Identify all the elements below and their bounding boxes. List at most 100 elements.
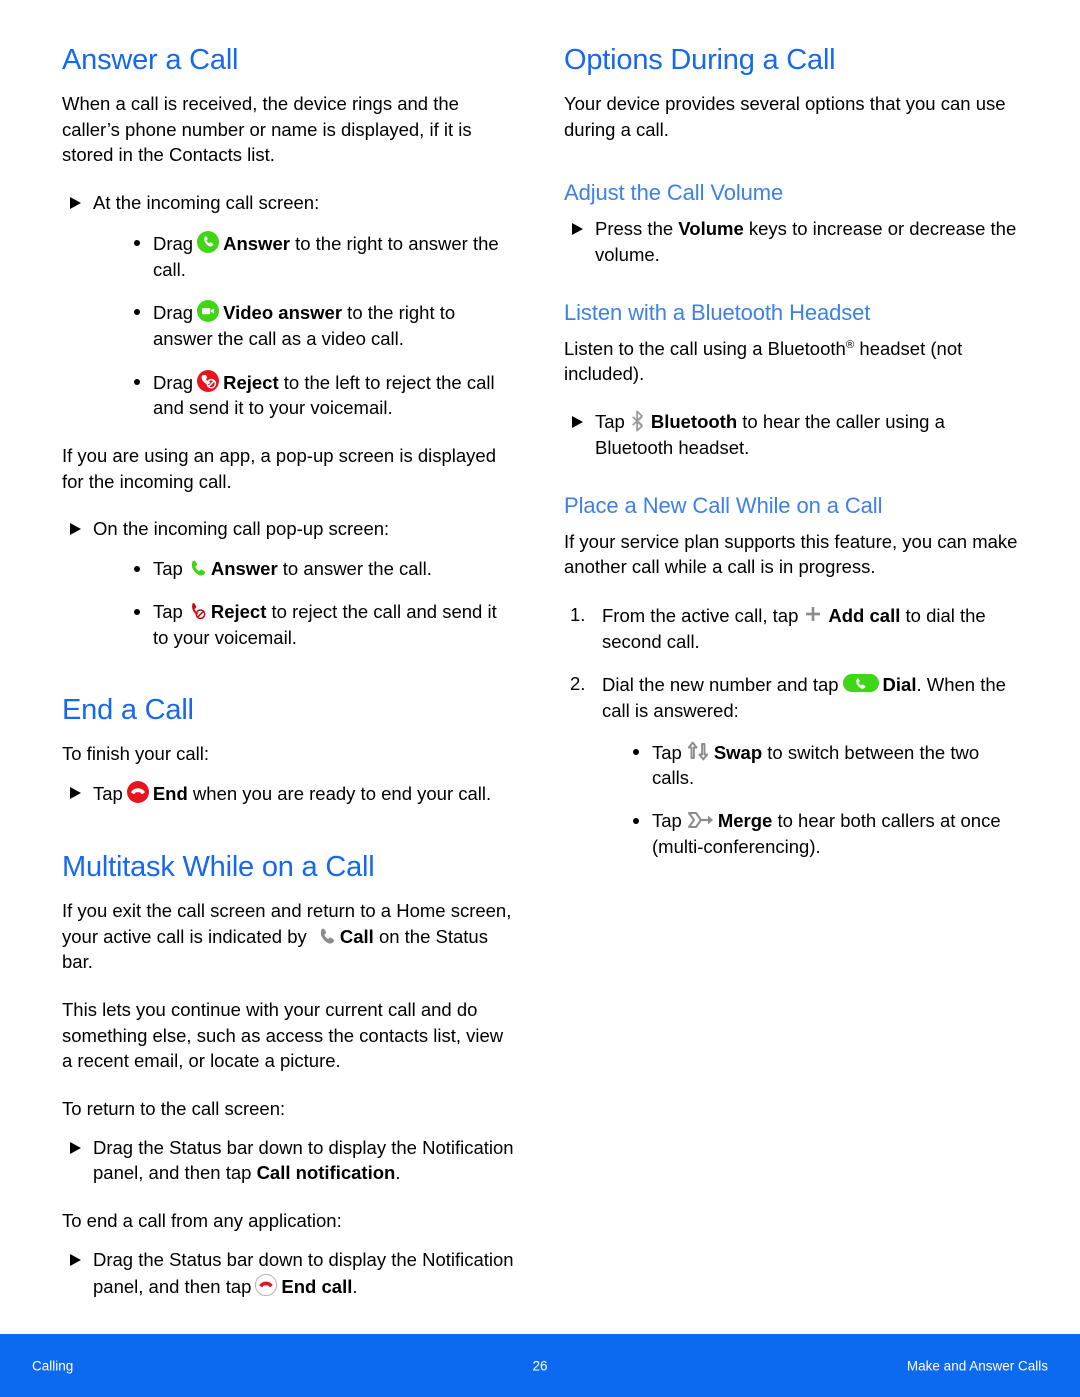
action-label: Reject — [223, 371, 279, 393]
section-title-answer-a-call: Answer a Call — [62, 44, 239, 76]
place-new-call-sub-actions: Tap Swap to switch between the two calls.… — [602, 739, 1018, 860]
action-label: Answer — [210, 558, 278, 580]
popup-screen-list: On the incoming call pop-up screen: Tap A… — [62, 516, 516, 650]
action-label: Swap — [713, 741, 763, 763]
action-verb: Tap — [652, 741, 682, 763]
action-verb: Tap — [93, 783, 123, 805]
end-call-red-icon — [126, 780, 150, 804]
action-verb: Drag — [153, 371, 194, 393]
list-item: Drag Answer to the right to answer the ca… — [131, 230, 516, 282]
bluetooth-intro-pre: Listen to the call using a Bluetooth — [564, 337, 846, 359]
reject-handset-icon — [186, 600, 208, 622]
list-item: Tap Swap to switch between the two calls. — [630, 739, 1018, 791]
footer-page-number: 26 — [532, 1358, 548, 1373]
swap-icon — [685, 739, 711, 763]
end-a-call-list: Tap End when you are ready to end your ca… — [62, 780, 516, 807]
answer-a-call-intro: When a call is received, the device ring… — [62, 93, 472, 166]
action-verb: Drag — [153, 302, 194, 324]
action-label: End — [152, 783, 188, 805]
volume-item-bold: Volume — [678, 218, 744, 240]
volume-item-pre: Press the — [595, 218, 679, 240]
list-item: Drag the Status bar down to display the … — [62, 1135, 516, 1186]
adjust-volume-list: Press the Volume keys to increase or dec… — [564, 216, 1018, 267]
registered-trademark-mark: ® — [845, 338, 855, 351]
end-a-call-lead: To finish your call: — [62, 743, 210, 765]
list-item: At the incoming call screen: Drag Answer … — [62, 190, 516, 421]
action-label: Reject — [210, 600, 267, 622]
reject-circle-icon — [196, 369, 220, 393]
multitask-para-2: This lets you continue with your current… — [62, 998, 504, 1072]
list-item: On the incoming call pop-up screen: Tap A… — [62, 516, 516, 650]
list-item: From the active call, tap Add call to dia… — [564, 602, 1018, 654]
return-to-call-lead: To return to the call screen: — [62, 1098, 286, 1120]
merge-icon — [685, 809, 715, 831]
list-item: Tap Reject to reject the call and send it… — [131, 599, 516, 650]
footer-section-label: Make and Answer Calls — [906, 1358, 1048, 1373]
action-label: Video answer — [223, 302, 343, 324]
answer-circle-icon — [196, 230, 220, 254]
action-label: Answer — [223, 232, 290, 254]
bluetooth-intro: Listen to the call using a Bluetooth® he… — [564, 336, 1018, 387]
list-item: Dial the new number and tap Dial. When th… — [564, 671, 1018, 859]
footer-inner: Calling 26 Make and Answer Calls — [0, 1334, 1080, 1397]
answer-handset-icon — [186, 557, 208, 579]
section-title-multitask: Multitask While on a Call — [62, 850, 375, 883]
right-column: Options During a Call Your device provid… — [564, 44, 1018, 1321]
subsection-title-bluetooth-headset: Listen with a Bluetooth Headset — [564, 299, 871, 325]
action-verb: Tap — [652, 810, 682, 832]
list-item: Drag Reject to the left to reject the cal… — [131, 369, 516, 421]
bluetooth-icon — [628, 410, 648, 432]
subsection-title-adjust-call-volume: Adjust the Call Volume — [564, 180, 784, 206]
footer-chapter-label: Calling — [32, 1358, 74, 1373]
list-item: Tap Answer to answer the call. — [131, 556, 516, 582]
action-rest: to answer the call. — [277, 558, 432, 580]
action-verb: Drag — [153, 232, 194, 254]
list-item: Tap End when you are ready to end your ca… — [62, 780, 516, 807]
list-item: Tap Bluetooth to hear the caller using a … — [564, 409, 1018, 460]
incoming-call-screen-list: At the incoming call screen: Drag Answer … — [62, 190, 516, 421]
action-verb: Tap — [153, 600, 183, 622]
action-label: Merge — [717, 810, 773, 832]
bt-item-pre: Tap — [595, 411, 625, 433]
end-any-post: . — [352, 1275, 358, 1297]
two-column-layout: Answer a Call When a call is received, t… — [62, 44, 1018, 1321]
popup-screen-actions: Tap Answer to answer the call. Tap Reject … — [93, 556, 516, 650]
dial-pill-icon — [842, 671, 880, 695]
list-item: Drag Video answer to the right to answer … — [131, 299, 516, 351]
action-rest: when you are ready to end your call. — [187, 783, 492, 805]
section-title-options-during-a-call: Options During a Call — [564, 44, 836, 76]
list-item: Drag the Status bar down to display the … — [62, 1247, 516, 1299]
step2-bold: Dial — [882, 674, 917, 696]
options-during-call-intro: Your device provides several options tha… — [564, 93, 1006, 140]
popup-intro: If you are using an app, a pop-up screen… — [62, 445, 497, 492]
step1-bold: Add call — [828, 604, 901, 626]
return-to-call-list: Drag the Status bar down to display the … — [62, 1135, 516, 1186]
popup-lead: On the incoming call pop-up screen: — [93, 518, 390, 540]
list-item: Press the Volume keys to increase or dec… — [564, 216, 1018, 267]
place-new-call-steps: From the active call, tap Add call to dia… — [564, 602, 1018, 860]
multitask-para-1: If you exit the call screen and return t… — [62, 898, 516, 975]
incoming-screen-lead: At the incoming call screen: — [93, 192, 320, 214]
end-call-outline-icon — [254, 1273, 278, 1297]
left-column: Answer a Call When a call is received, t… — [62, 44, 516, 1321]
place-new-call-intro: If your service plan supports this featu… — [564, 530, 1018, 578]
step1-pre: From the active call, tap — [602, 604, 799, 626]
subsection-title-place-new-call: Place a New Call While on a Call — [564, 492, 883, 518]
return-item-post: . — [395, 1162, 401, 1184]
manual-page: Answer a Call When a call is received, t… — [0, 0, 1080, 1397]
page-footer-bar: Calling 26 Make and Answer Calls — [0, 1334, 1080, 1397]
add-call-plus-icon — [801, 602, 825, 626]
video-answer-circle-icon — [196, 299, 220, 323]
action-verb: Tap — [153, 558, 183, 580]
call-status-handset-icon — [315, 925, 337, 947]
section-title-end-a-call: End a Call — [62, 694, 194, 727]
bt-item-bold: Bluetooth — [650, 411, 738, 433]
end-call-any-app-list: Drag the Status bar down to display the … — [62, 1247, 516, 1299]
incoming-screen-actions: Drag Answer to the right to answer the ca… — [93, 230, 516, 421]
return-item-bold: Call notification — [256, 1162, 396, 1184]
step2-pre: Dial the new number and tap — [602, 674, 839, 696]
end-any-bold: End call — [281, 1275, 353, 1297]
bluetooth-list: Tap Bluetooth to hear the caller using a … — [564, 409, 1018, 460]
multitask-para-1-bold: Call — [339, 925, 374, 947]
end-call-any-app-lead: To end a call from any application: — [62, 1210, 342, 1232]
